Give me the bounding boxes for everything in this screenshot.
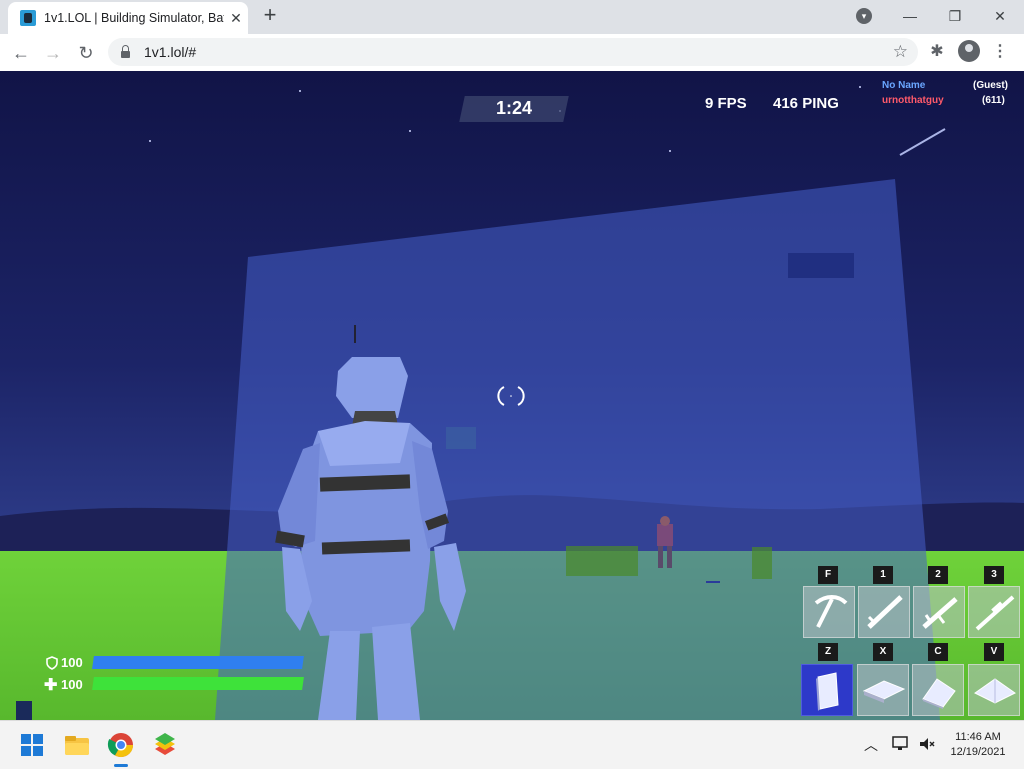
- browser-tab[interactable]: 1v1.LOL | Building Simulator, Batt ✕: [8, 2, 248, 34]
- sniper-rifle-icon: [975, 595, 1015, 631]
- url-text[interactable]: 1v1.lol/#: [144, 44, 196, 60]
- system-clock[interactable]: 11:46 AM 12/19/2021: [940, 730, 1016, 760]
- health-value: 100: [61, 677, 83, 692]
- slot-key-c: C: [928, 643, 948, 661]
- crosshair-icon: [497, 386, 525, 406]
- map-edge-block: [16, 701, 32, 720]
- scoreboard-player-2: urnotthatguy: [882, 95, 944, 106]
- shotgun-icon: [867, 595, 903, 629]
- address-bar[interactable]: 1v1.lol/# ☆: [108, 38, 918, 66]
- site-favicon-icon: [20, 10, 36, 26]
- slot-key-z: Z: [818, 643, 838, 661]
- game-viewport[interactable]: 1:24 9 FPS 416 PING No Name urnotthatguy…: [0, 71, 1024, 720]
- slot-cone-build[interactable]: [968, 664, 1020, 716]
- ping-counter: 416 PING: [773, 95, 839, 112]
- fps-counter: 9 FPS: [705, 95, 747, 112]
- slot-key-2: 2: [928, 566, 948, 584]
- reload-icon[interactable]: ↻: [73, 40, 99, 66]
- tab-search-icon[interactable]: ▾: [856, 8, 872, 24]
- network-icon[interactable]: [892, 736, 910, 752]
- file-explorer-icon[interactable]: [61, 729, 93, 761]
- scoreboard-guest: (Guest): [973, 80, 1008, 91]
- scoreboard-player-1: No Name: [882, 80, 926, 91]
- slot-ramp-build[interactable]: [912, 664, 964, 716]
- shooting-star: [899, 128, 946, 156]
- wall-panel-light: [446, 427, 476, 449]
- distant-block: [566, 546, 638, 576]
- health-bar: [92, 677, 304, 690]
- floor-build-icon: [862, 680, 906, 703]
- slot-assault-rifle[interactable]: [913, 586, 965, 638]
- new-tab-button[interactable]: +: [258, 4, 282, 28]
- slot-shotgun[interactable]: [858, 586, 910, 638]
- cone-build-icon: [974, 678, 1016, 704]
- profile-avatar-icon[interactable]: [958, 40, 980, 62]
- slot-key-f: F: [818, 566, 838, 584]
- close-window-button[interactable]: ✕: [982, 4, 1018, 28]
- back-arrow-icon[interactable]: ←: [8, 40, 34, 66]
- tab-strip: 1v1.LOL | Building Simulator, Batt ✕ + ▾…: [0, 0, 1024, 34]
- ground-marker: [706, 581, 720, 583]
- forward-arrow-icon[interactable]: →: [40, 40, 66, 66]
- ramp-build-icon: [922, 678, 956, 709]
- volume-muted-icon[interactable]: [918, 736, 936, 752]
- slot-pickaxe[interactable]: [803, 586, 855, 638]
- pickaxe-icon: [814, 595, 848, 628]
- chrome-icon[interactable]: [105, 729, 137, 761]
- restore-button[interactable]: ❐: [937, 4, 973, 28]
- slot-key-3: 3: [984, 566, 1004, 584]
- wall-build-icon: [816, 672, 839, 711]
- match-timer: 1:24: [495, 98, 533, 118]
- show-hidden-icons-chevron-icon[interactable]: ︿: [864, 735, 878, 755]
- shield-value: 100: [61, 655, 83, 670]
- distant-block-small: [752, 547, 772, 579]
- slot-wall-build[interactable]: [801, 664, 853, 716]
- assault-rifle-icon: [922, 597, 958, 629]
- tab-close-icon[interactable]: ✕: [228, 10, 244, 27]
- slot-floor-build[interactable]: [857, 664, 909, 716]
- wall-panel-dark: [788, 253, 854, 278]
- browser-toolbar: ← → ↻ 1v1.lol/# ☆ ✱ ⋮: [0, 34, 1024, 72]
- scoreboard-guest-id: (611): [982, 95, 1005, 106]
- slot-sniper-rifle[interactable]: [968, 586, 1020, 638]
- health-plus-icon: ✚: [44, 677, 58, 694]
- slot-key-1: 1: [873, 566, 893, 584]
- extensions-puzzle-icon[interactable]: ✱: [925, 40, 949, 64]
- clock-time: 11:46 AM: [955, 731, 1001, 743]
- bluestacks-icon[interactable]: [149, 729, 181, 761]
- tab-title: 1v1.LOL | Building Simulator, Batt: [44, 11, 224, 25]
- windows-taskbar: ︿ 11:46 AM 12/19/2021: [0, 720, 1024, 769]
- slot-key-x: X: [873, 643, 893, 661]
- shield-icon: [46, 656, 58, 670]
- wall-mark: [354, 325, 356, 343]
- menu-kebab-icon[interactable]: ⋮: [988, 40, 1012, 64]
- bookmark-star-icon[interactable]: ☆: [893, 42, 908, 62]
- chrome-active-indicator: [114, 764, 128, 767]
- lock-icon[interactable]: [121, 44, 130, 58]
- minimize-button[interactable]: —: [892, 4, 928, 28]
- slot-key-v: V: [984, 643, 1004, 661]
- shield-bar: [92, 656, 304, 669]
- windows-start-icon[interactable]: [16, 729, 48, 761]
- clock-date: 12/19/2021: [950, 746, 1006, 758]
